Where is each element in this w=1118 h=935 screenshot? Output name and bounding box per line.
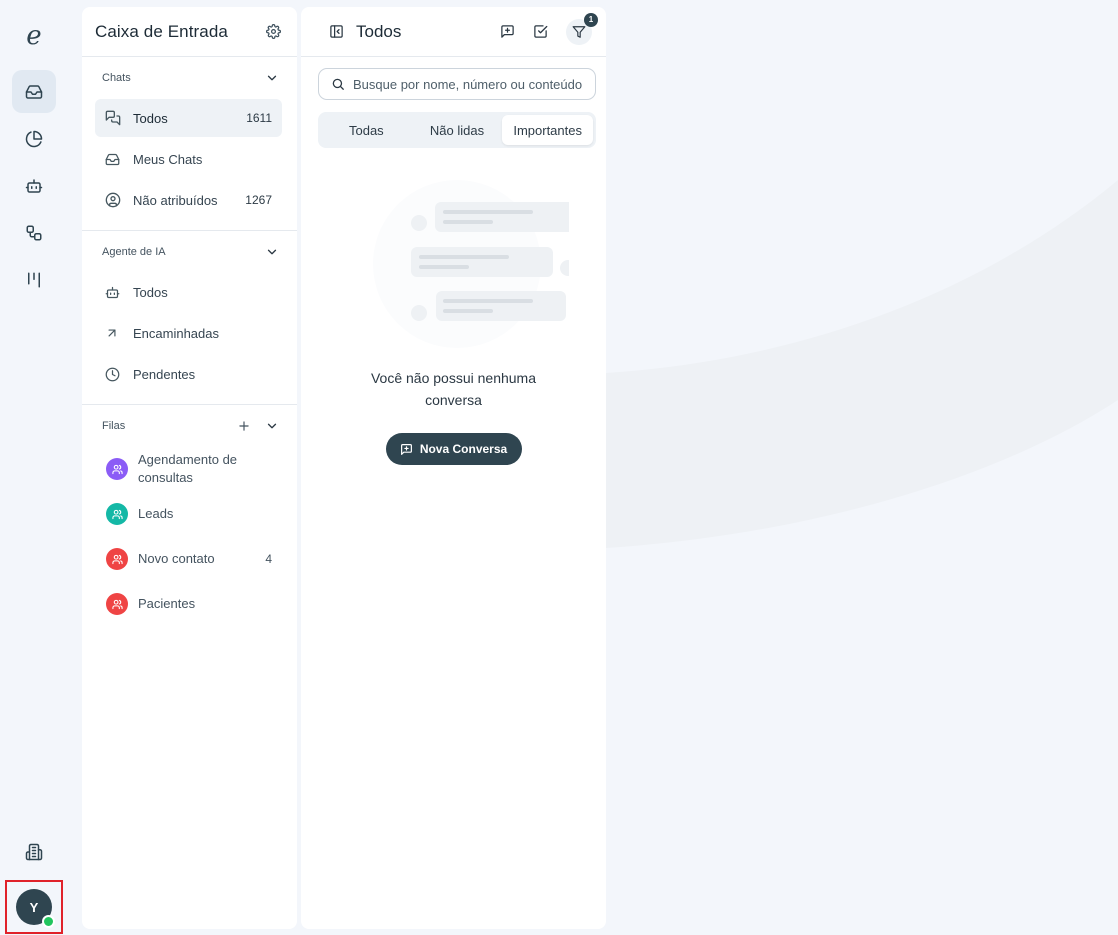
queue-item-new-contact[interactable]: Novo contato 4 xyxy=(82,539,297,579)
bot-icon xyxy=(105,286,120,298)
tab-important[interactable]: Importantes xyxy=(502,115,594,145)
nav-item-label: Todos xyxy=(133,110,168,126)
nav-item-label: Pendentes xyxy=(133,366,196,382)
queue-label: Pacientes xyxy=(138,596,196,611)
kanban-icon xyxy=(28,272,40,287)
messages-icon xyxy=(105,110,121,126)
gear-icon xyxy=(266,24,281,39)
inbox-nav-button[interactable] xyxy=(12,70,56,113)
conversation-list-title: Todos xyxy=(356,21,402,41)
count-badge: 1267 xyxy=(245,193,272,207)
main-nav xyxy=(12,70,56,301)
queue-label: Leads xyxy=(138,506,174,521)
message-plus-icon xyxy=(400,443,412,455)
background-decoration xyxy=(606,180,1118,548)
select-button[interactable] xyxy=(533,24,548,39)
left-rail: e Y xyxy=(0,0,68,935)
new-conversation-button[interactable]: Nova Conversa xyxy=(385,433,522,465)
building-icon xyxy=(25,843,43,861)
chats-section: Chats Todos 1611 Meus Chats Não atribuíd… xyxy=(82,57,297,231)
header-tools: 1 xyxy=(500,12,598,45)
new-conversation-label: Nova Conversa xyxy=(419,442,508,456)
ai-agent-nav-button[interactable] xyxy=(12,164,56,207)
nav-item-ai-all[interactable]: Todos xyxy=(95,273,282,311)
avatar-initial: Y xyxy=(29,899,39,915)
queue-item-leads[interactable]: Leads xyxy=(82,494,297,534)
inbox-header: Caixa de Entrada xyxy=(82,7,297,57)
settings-button[interactable] xyxy=(266,24,281,39)
plus-icon[interactable] xyxy=(237,419,251,433)
section-label: Filas xyxy=(102,420,126,432)
chevron-down-icon[interactable] xyxy=(265,419,279,433)
pie-chart-icon xyxy=(25,130,43,147)
inbox-icon xyxy=(25,84,43,99)
online-status-dot xyxy=(42,915,55,928)
queues-section: Filas Agendamento de consultas Leads Nov… xyxy=(82,405,297,636)
nav-item-label: Meus Chats xyxy=(133,151,203,167)
nav-item-forwarded[interactable]: Encaminhadas xyxy=(95,314,282,352)
chevron-down-icon[interactable] xyxy=(265,71,279,85)
section-label: Agente de IA xyxy=(102,246,166,258)
search-input[interactable] xyxy=(353,76,583,92)
nav-item-all-chats[interactable]: Todos 1611 xyxy=(95,99,282,137)
bot-icon xyxy=(25,178,43,193)
avatar: Y xyxy=(16,889,55,928)
inbox-title: Caixa de Entrada xyxy=(95,21,228,41)
conversation-list-panel: Todos 1 Todas Não lidas Importantes xyxy=(301,7,606,929)
tab-all[interactable]: Todas xyxy=(321,115,412,145)
queue-item-patients[interactable]: Pacientes xyxy=(82,584,297,624)
filter-icon xyxy=(572,25,586,38)
empty-chat-illustration xyxy=(372,180,569,348)
search-icon xyxy=(332,78,344,90)
rail-bottom: Y xyxy=(0,834,68,935)
users-icon xyxy=(106,593,128,615)
arrow-up-right-icon xyxy=(108,329,116,337)
count-badge: 4 xyxy=(265,552,272,566)
empty-state: Você não possui nenhuma conversa Nova Co… xyxy=(301,179,606,465)
nav-item-label: Encaminhadas xyxy=(133,325,219,341)
ai-agent-section-header[interactable]: Agente de IA xyxy=(82,231,297,273)
reports-nav-button[interactable] xyxy=(12,117,56,160)
empty-state-message: Você não possui nenhuma conversa xyxy=(370,370,536,408)
queues-section-header[interactable]: Filas xyxy=(82,405,297,447)
workflow-nav-button[interactable] xyxy=(12,211,56,254)
filter-count-badge: 1 xyxy=(584,12,598,27)
filter-tabs: Todas Não lidas Importantes xyxy=(318,112,596,148)
check-square-icon xyxy=(534,25,548,38)
collapse-panel-button[interactable] xyxy=(329,24,344,39)
ai-agent-section: Agente de IA Todos Encaminhadas Pendente… xyxy=(82,231,297,405)
nav-item-pending[interactable]: Pendentes xyxy=(95,355,282,393)
nav-item-label: Não atribuídos xyxy=(133,192,218,208)
user-avatar-button[interactable]: Y xyxy=(5,880,63,934)
queue-label: Agendamento de consultas xyxy=(138,452,238,485)
workflow-icon xyxy=(26,225,42,240)
chats-section-header[interactable]: Chats xyxy=(82,57,297,99)
queue-label: Novo contato xyxy=(138,551,215,566)
filter-button[interactable]: 1 xyxy=(566,12,598,45)
nav-item-label: Todos xyxy=(133,284,168,300)
panel-collapse-icon xyxy=(330,25,343,38)
kanban-nav-button[interactable] xyxy=(12,258,56,301)
users-icon xyxy=(106,548,128,570)
organization-button[interactable] xyxy=(12,834,56,870)
section-label: Chats xyxy=(102,72,131,84)
nav-item-unassigned[interactable]: Não atribuídos 1267 xyxy=(95,181,282,219)
users-icon xyxy=(106,503,128,525)
app-logo[interactable]: e xyxy=(18,20,50,52)
conversation-list-header: Todos 1 xyxy=(301,7,606,57)
queue-item-appointments[interactable]: Agendamento de consultas xyxy=(82,449,297,489)
new-message-button[interactable] xyxy=(500,24,515,39)
search-box xyxy=(318,68,596,100)
users-icon xyxy=(106,458,128,480)
inbox-panel: Caixa de Entrada Chats Todos 1611 Meus C… xyxy=(82,7,297,929)
inbox-icon xyxy=(105,153,120,165)
count-badge: 1611 xyxy=(246,111,272,125)
clock-icon xyxy=(105,367,120,381)
user-circle-icon xyxy=(105,192,121,208)
tab-unread[interactable]: Não lidas xyxy=(412,115,503,145)
chevron-down-icon[interactable] xyxy=(265,245,279,259)
message-plus-icon xyxy=(501,25,514,38)
nav-item-my-chats[interactable]: Meus Chats xyxy=(95,140,282,178)
